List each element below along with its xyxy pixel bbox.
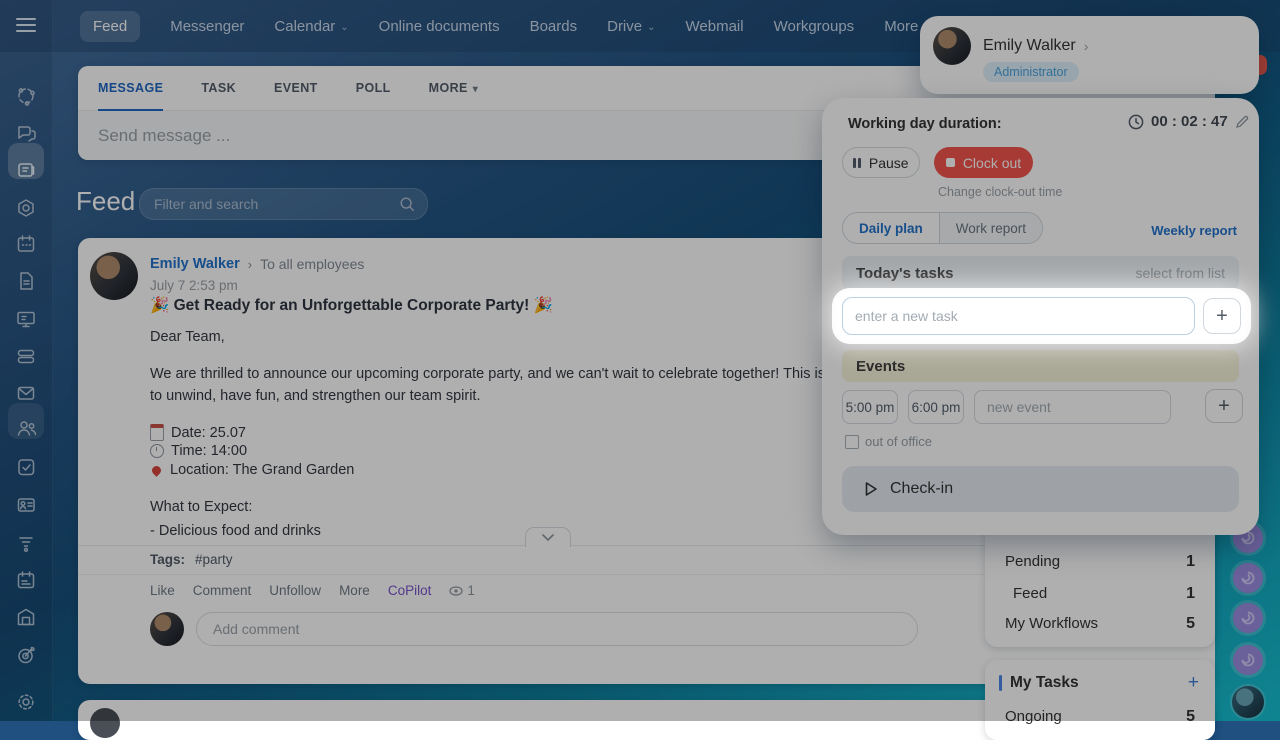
new-task-row: + xyxy=(836,292,1247,340)
dim-overlay xyxy=(0,0,1280,721)
add-task-plus-button[interactable]: + xyxy=(1203,298,1241,334)
new-task-input[interactable] xyxy=(842,297,1195,335)
